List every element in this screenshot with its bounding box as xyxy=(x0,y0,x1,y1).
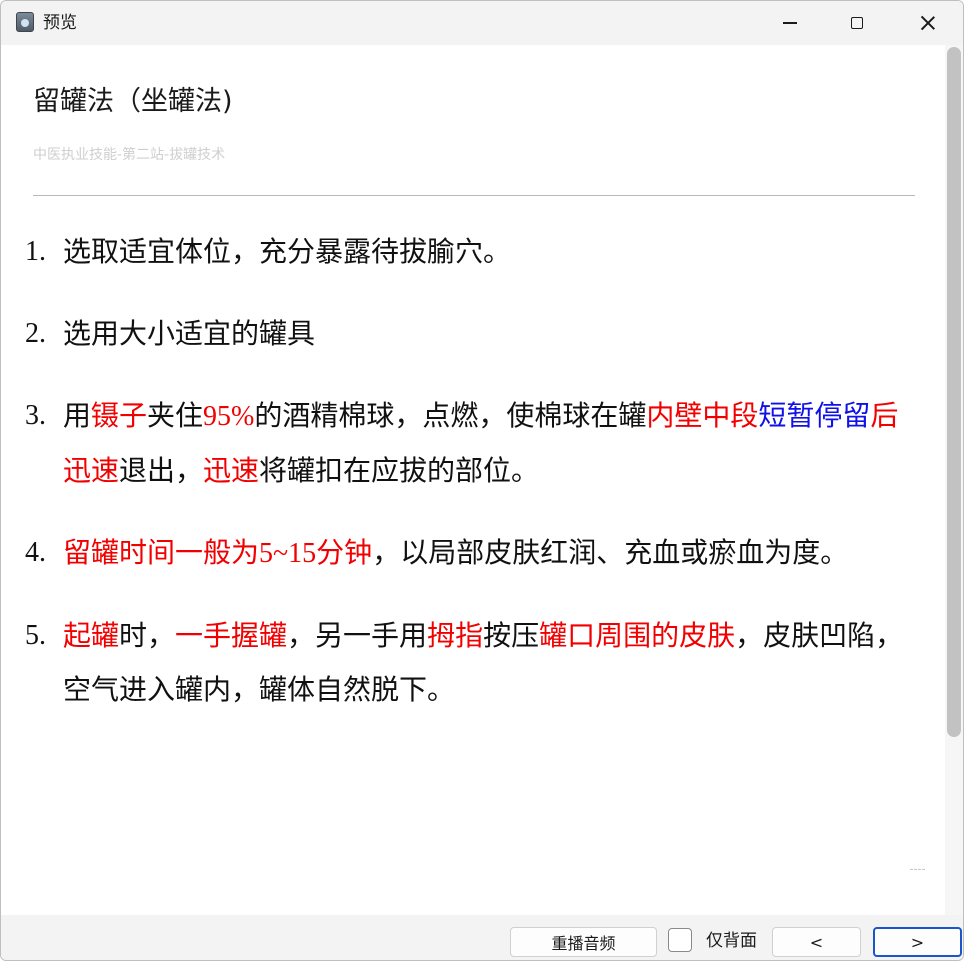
step-text-segment: 罐口周围的皮肤 xyxy=(539,619,736,652)
replay-audio-button[interactable]: 重播音频 xyxy=(510,927,657,957)
step-text-segment: 内壁中段 xyxy=(646,399,759,432)
divider xyxy=(33,195,915,196)
minimize-icon xyxy=(783,22,797,24)
step-text-segment: 迅速 xyxy=(203,454,260,487)
bottom-toolbar: 重播音频 < > xyxy=(1,915,963,960)
step-text-segment: 短暂停留 xyxy=(758,399,871,432)
back-only-checkbox[interactable] xyxy=(668,928,692,952)
step-text-segment: 用 xyxy=(63,399,92,432)
close-button[interactable] xyxy=(905,1,951,45)
page-subtitle: 中医执业技能-第二站-拔罐技术 xyxy=(33,147,226,163)
close-icon xyxy=(920,15,936,31)
step-text-segment: 一手握罐 xyxy=(175,619,288,652)
step-text-segment: 的酒精棉球，点燃，使棉球在罐 xyxy=(254,399,647,432)
scrollbar-thumb[interactable] xyxy=(947,47,961,737)
minimize-button[interactable] xyxy=(767,1,813,45)
step-text-segment: 时， xyxy=(119,619,176,652)
window-title: 预览 xyxy=(43,13,77,33)
step-text-segment: 夹住 xyxy=(147,399,204,432)
step-text-segment: 选取适宜体位，充分暴露待拔腧穴。 xyxy=(63,235,512,268)
step-number: 4. xyxy=(25,537,46,568)
step-text-segment: 按压 xyxy=(483,619,540,652)
card-content: 留罐法（坐罐法) 中医执业技能-第二站-拔罐技术 1. 选取适宜体位，充分暴露待拔… xyxy=(1,45,945,915)
step-text-segment: 镊子 xyxy=(91,399,148,432)
step-item: 2. 选用大小适宜的罐具 xyxy=(25,307,915,361)
step-item: 1. 选取适宜体位，充分暴露待拔腧穴。 xyxy=(25,225,915,279)
app-icon xyxy=(16,12,34,32)
step-text-segment: 起罐 xyxy=(63,619,120,652)
step-number: 1. xyxy=(25,236,46,267)
step-text-segment: ，以局部皮肤红润、充血或瘀血为度。 xyxy=(372,536,849,569)
step-text-segment: 拇指 xyxy=(427,619,484,652)
step-text-segment: 将罐扣在应拔的部位。 xyxy=(259,454,540,487)
page-title: 留罐法（坐罐法) xyxy=(33,86,233,117)
maximize-button[interactable] xyxy=(834,1,880,45)
preview-window: 预览 留罐法（坐罐法) 中医执业技能-第二站-拔罐技术 1. 选取适宜体位，充分暴… xyxy=(0,0,964,961)
steps-list: 1. 选取适宜体位，充分暴露待拔腧穴。 2. 选用大小适宜的罐具 3. 用镊子夹住95%的… xyxy=(25,225,915,745)
step-text-segment: 选用大小适宜的罐具 xyxy=(63,317,316,350)
step-item: 3. 用镊子夹住95%的酒精棉球，点燃，使棉球在罐内壁中段短暂停留后迅速退出，迅速… xyxy=(25,389,915,498)
vertical-scrollbar[interactable] xyxy=(945,45,963,915)
step-text-segment: 退出， xyxy=(119,454,204,487)
title-bar[interactable]: 预览 xyxy=(1,1,963,45)
step-text-segment: 95% xyxy=(203,401,255,432)
resize-grip-icon: ⁃⁃⁃⁃ xyxy=(909,865,926,876)
back-only-label: 仅背面 xyxy=(706,931,757,951)
previous-button[interactable]: < xyxy=(772,927,861,957)
step-number: 5. xyxy=(25,620,46,651)
step-text-segment: 5~15 xyxy=(259,538,317,569)
step-text-segment: ，另一手用 xyxy=(287,619,428,652)
step-item: 4. 留罐时间一般为5~15分钟，以局部皮肤红润、充血或瘀血为度。 xyxy=(25,526,915,581)
step-number: 3. xyxy=(25,400,46,431)
step-item: 5. 起罐时，一手握罐，另一手用拇指按压罐口周围的皮肤，皮肤凹陷，空气进入罐内，罐… xyxy=(25,609,915,717)
step-text-segment: 留罐时间一般为 xyxy=(63,536,260,569)
step-text-segment: 分钟 xyxy=(316,536,373,569)
next-button[interactable]: > xyxy=(873,927,962,957)
maximize-icon xyxy=(851,17,863,29)
step-number: 2. xyxy=(25,318,46,349)
